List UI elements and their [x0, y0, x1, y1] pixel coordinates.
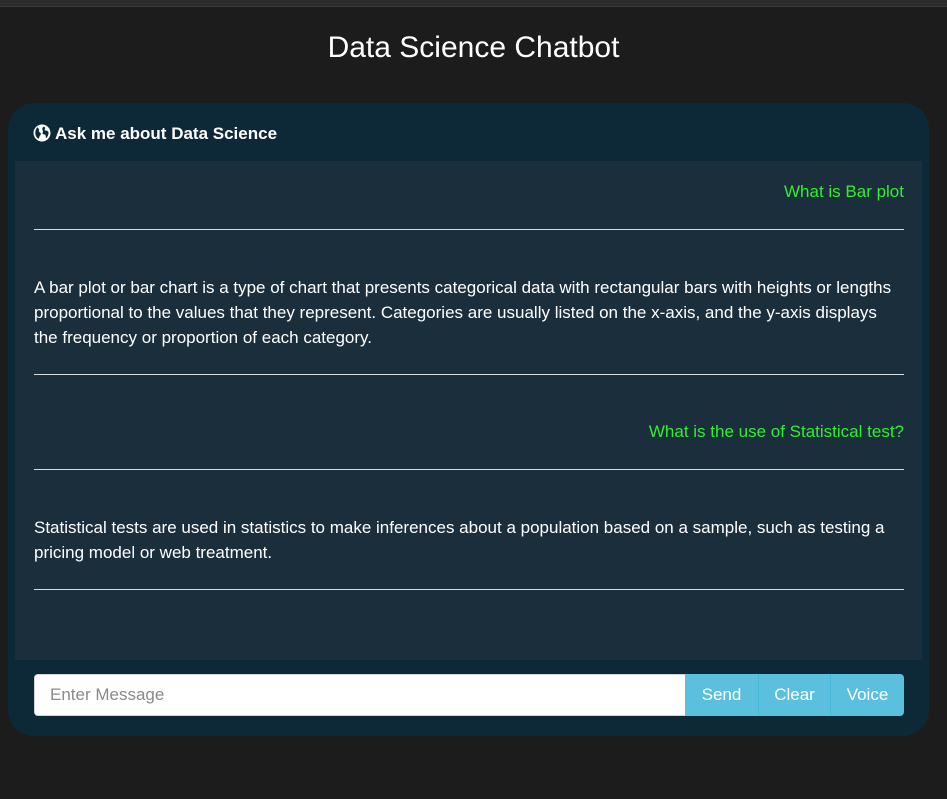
- panel-header: Ask me about Data Science: [8, 103, 929, 161]
- globe-icon: [33, 124, 51, 142]
- message-input[interactable]: [34, 674, 685, 716]
- bot-message: Statistical tests are used in statistics…: [34, 518, 885, 562]
- message-divider: [34, 589, 904, 590]
- message-divider: [34, 374, 904, 375]
- message-divider: [34, 469, 904, 470]
- top-border: [0, 0, 947, 7]
- send-button[interactable]: Send: [685, 674, 758, 716]
- page-title: Data Science Chatbot: [327, 31, 620, 64]
- user-message: What is the use of Statistical test?: [648, 422, 904, 441]
- clear-button[interactable]: Clear: [758, 674, 830, 716]
- user-message: What is Bar plot: [784, 182, 904, 201]
- chat-panel: Ask me about Data Science What is Bar pl…: [8, 103, 929, 736]
- voice-button[interactable]: Voice: [830, 674, 904, 716]
- messages-area: What is Bar plot A bar plot or bar chart…: [15, 161, 922, 660]
- message-input-row: Send Clear Voice: [34, 674, 904, 716]
- message-divider: [34, 229, 904, 230]
- panel-title: Ask me about Data Science: [55, 124, 278, 143]
- bot-message: A bar plot or bar chart is a type of cha…: [34, 278, 892, 347]
